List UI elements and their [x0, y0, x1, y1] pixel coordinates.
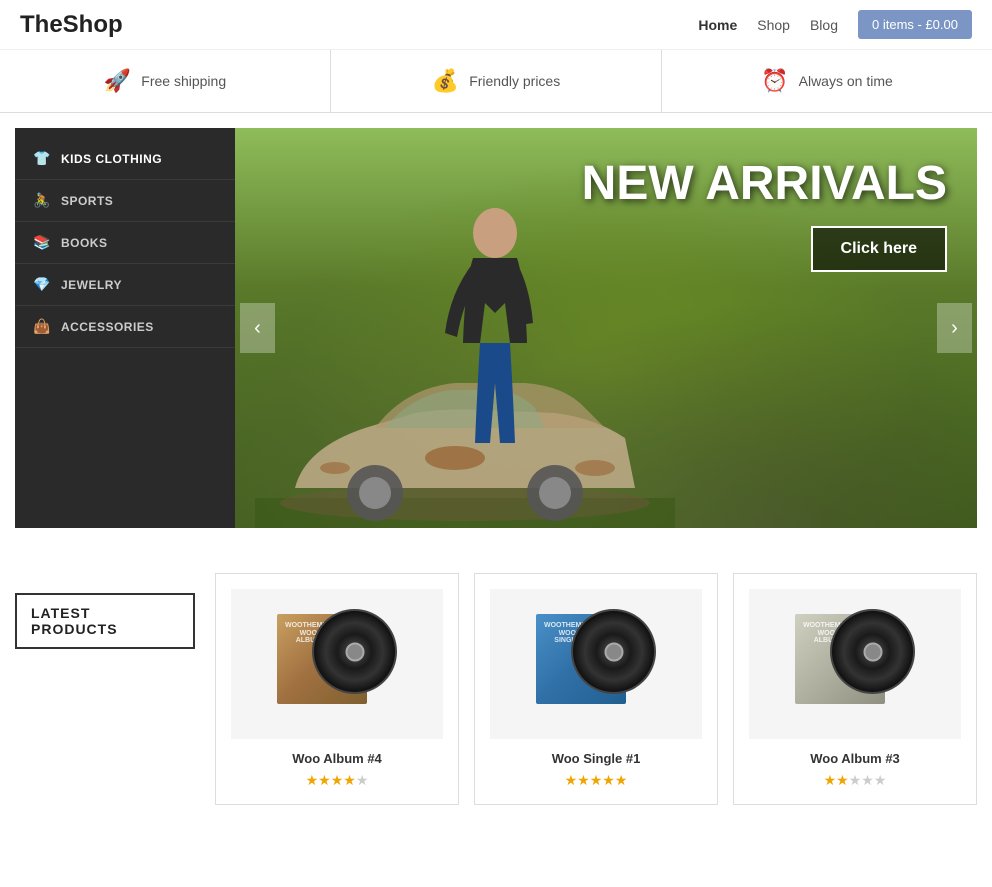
product-image-1: WOOTHEMESWOOALBUM — [231, 589, 443, 739]
nav-home[interactable]: Home — [698, 17, 737, 33]
album-art-1: WOOTHEMESWOOALBUM — [277, 604, 397, 724]
star-5: ★ — [874, 772, 887, 788]
sidebar-item-books[interactable]: 📚 Books — [15, 222, 235, 264]
latest-products-label-area: LATEST PRODUCTS — [15, 573, 195, 805]
kids-icon: 👕 — [33, 150, 51, 167]
slider-cta-button[interactable]: Click here — [811, 226, 947, 272]
star-4: ★ — [861, 772, 874, 788]
cart-button[interactable]: 0 items - £0.00 — [858, 10, 972, 39]
features-bar: 🚀 Free shipping 💰 Friendly prices ⏰ Alwa… — [0, 50, 992, 113]
star-1: ★ — [565, 772, 578, 788]
products-grid: WOOTHEMESWOOALBUM Woo Album #4 ★★★★★ WOO… — [215, 573, 977, 805]
jewelry-icon: 💎 — [33, 276, 51, 293]
main-nav: Home Shop Blog 0 items - £0.00 — [698, 10, 972, 39]
accessories-icon: 👜 — [33, 318, 51, 335]
product-name-2: Woo Single #1 — [490, 751, 702, 766]
star-1: ★ — [306, 772, 319, 788]
sidebar-books-label: Books — [61, 236, 108, 250]
star-2: ★ — [318, 772, 331, 788]
album-disc-3 — [830, 609, 915, 694]
latest-products-heading: LATEST PRODUCTS — [15, 593, 195, 649]
clock-icon: ⏰ — [761, 68, 788, 94]
album-art-3: WOOTHEMESWOOALBUM — [795, 604, 915, 724]
product-image-3: WOOTHEMESWOOALBUM — [749, 589, 961, 739]
sidebar-jewelry-label: Jewelry — [61, 278, 122, 292]
product-image-2: WOOTHEMESWOOSINGLE — [490, 589, 702, 739]
sidebar-item-kids-clothing[interactable]: 👕 Kids Clothing — [15, 138, 235, 180]
money-icon: 💰 — [432, 68, 459, 94]
nav-blog[interactable]: Blog — [810, 17, 838, 33]
album-disc-1 — [312, 609, 397, 694]
feature-friendly-prices: 💰 Friendly prices — [331, 50, 662, 112]
album-disc-2 — [571, 609, 656, 694]
sidebar-item-sports[interactable]: 🚴 Sports — [15, 180, 235, 222]
sidebar-item-jewelry[interactable]: 💎 Jewelry — [15, 264, 235, 306]
site-logo[interactable]: TheShop — [20, 11, 123, 39]
star-5: ★ — [356, 772, 369, 788]
feature-free-shipping-text: Free shipping — [141, 73, 226, 89]
product-name-3: Woo Album #3 — [749, 751, 961, 766]
feature-free-shipping: 🚀 Free shipping — [0, 50, 331, 112]
star-2: ★ — [836, 772, 849, 788]
product-stars-2: ★★★★★ — [490, 772, 702, 789]
feature-always-on-time: ⏰ Always on time — [662, 50, 992, 112]
header: TheShop Home Shop Blog 0 items - £0.00 — [0, 0, 992, 50]
slider-title: NEW ARRIVALS — [582, 158, 947, 211]
feature-friendly-prices-text: Friendly prices — [469, 73, 560, 89]
product-name-1: Woo Album #4 — [231, 751, 443, 766]
sidebar-kids-clothing-label: Kids Clothing — [61, 152, 162, 166]
sports-icon: 🚴 — [33, 192, 51, 209]
books-icon: 📚 — [33, 234, 51, 251]
star-4: ★ — [343, 772, 356, 788]
star-3: ★ — [590, 772, 603, 788]
product-card-3[interactable]: WOOTHEMESWOOALBUM Woo Album #3 ★★★★★ — [733, 573, 977, 805]
main-content: 👕 Kids Clothing 🚴 Sports 📚 Books 💎 Jewel… — [0, 113, 992, 543]
star-2: ★ — [577, 772, 590, 788]
sidebar-item-accessories[interactable]: 👜 Accessories — [15, 306, 235, 348]
nav-shop[interactable]: Shop — [757, 17, 790, 33]
sidebar-sports-label: Sports — [61, 194, 113, 208]
star-1: ★ — [824, 772, 837, 788]
product-card-1[interactable]: WOOTHEMESWOOALBUM Woo Album #4 ★★★★★ — [215, 573, 459, 805]
hero-slider: NEW ARRIVALS Click here — [235, 128, 977, 528]
product-stars-3: ★★★★★ — [749, 772, 961, 789]
product-stars-1: ★★★★★ — [231, 772, 443, 789]
products-section: LATEST PRODUCTS WOOTHEMESWOOALBUM Woo Al… — [0, 543, 992, 835]
album-art-2: WOOTHEMESWOOSINGLE — [536, 604, 656, 724]
star-5: ★ — [615, 772, 628, 788]
star-4: ★ — [602, 772, 615, 788]
star-3: ★ — [849, 772, 862, 788]
product-card-2[interactable]: WOOTHEMESWOOSINGLE Woo Single #1 ★★★★★ — [474, 573, 718, 805]
star-3: ★ — [331, 772, 344, 788]
rocket-icon: 🚀 — [104, 68, 131, 94]
sidebar: 👕 Kids Clothing 🚴 Sports 📚 Books 💎 Jewel… — [15, 128, 235, 528]
sidebar-accessories-label: Accessories — [61, 320, 154, 334]
feature-always-on-time-text: Always on time — [799, 73, 893, 89]
